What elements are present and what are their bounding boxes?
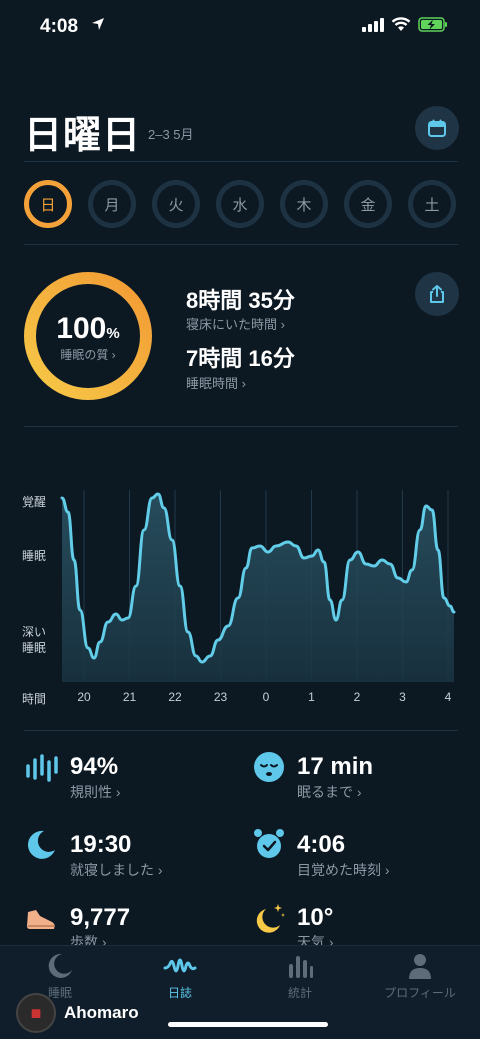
y-label-awake: 覚醒: [22, 495, 47, 509]
hour-tick-label: 22: [168, 690, 182, 704]
home-indicator[interactable]: [168, 1022, 328, 1027]
divider: [24, 244, 458, 245]
day-button[interactable]: 金: [344, 180, 392, 228]
watermark-seal-icon: ■: [16, 993, 56, 1033]
y-label-deep-sleep: 深い 睡眠: [22, 625, 47, 655]
day-button[interactable]: 水: [216, 180, 264, 228]
wake-time-link[interactable]: 目覚めた時刻 ›: [297, 860, 390, 880]
divider: [24, 161, 458, 162]
sleep-quality-value: 100%: [56, 312, 120, 345]
fall-asleep-value: 17 min: [297, 753, 374, 780]
sleep-quality-link[interactable]: 睡眠の質 ›: [22, 346, 154, 363]
regularity-icon: [26, 754, 58, 782]
hour-tick-label: 0: [262, 690, 270, 704]
share-icon: [430, 285, 444, 303]
watermark: ■ Ahomaro: [16, 993, 139, 1033]
day-button[interactable]: 木: [280, 180, 328, 228]
sleep-time-value: 7時間 16分: [186, 346, 295, 371]
bar-chart-tab-icon: [289, 956, 313, 978]
person-tab-icon: [409, 954, 431, 979]
steps-value: 9,777: [70, 904, 131, 931]
day-button[interactable]: 火: [152, 180, 200, 228]
moon-tab-icon: [48, 953, 72, 978]
hour-tick-label: 23: [213, 690, 228, 704]
x-axis-title: 時間: [22, 692, 47, 706]
location-arrow-icon: [92, 18, 104, 30]
weather-value: 10°: [297, 904, 334, 931]
moon-icon: [27, 830, 55, 859]
share-button[interactable]: [415, 272, 459, 316]
tab-stats[interactable]: 統計: [250, 952, 350, 1001]
day-button[interactable]: 土: [408, 180, 456, 228]
calendar-icon: [428, 119, 446, 137]
hour-tick-label: 20: [77, 690, 91, 704]
day-button[interactable]: 月: [88, 180, 136, 228]
y-label-sleep: 睡眠: [22, 549, 47, 563]
status-time: 4:08: [40, 16, 79, 37]
battery-charging-icon: [418, 17, 447, 32]
waveform-tab-icon: [163, 958, 197, 973]
calendar-button[interactable]: [415, 106, 459, 150]
bedtime-link[interactable]: 就寝しました ›: [70, 860, 163, 880]
regularity-link[interactable]: 規則性 ›: [70, 782, 121, 802]
fall-asleep-link[interactable]: 眠るまで ›: [297, 782, 362, 802]
hour-tick-label: 3: [399, 690, 406, 704]
status-bar: 4:08: [0, 0, 480, 54]
regularity-value: 94%: [70, 753, 119, 780]
cellular-signal-icon: [362, 18, 384, 32]
tab-profile[interactable]: プロフィール: [370, 952, 470, 1001]
time-in-bed-link[interactable]: 寝床にいた時間 ›: [186, 314, 285, 333]
hour-tick-label: 4: [444, 690, 452, 704]
sleepy-face-icon: [254, 752, 284, 782]
time-in-bed-value: 8時間 35分: [186, 288, 295, 313]
sleep-time-link[interactable]: 睡眠時間 ›: [186, 373, 246, 392]
tab-journal[interactable]: 日誌: [130, 952, 230, 1001]
hour-tick-label: 2: [353, 690, 361, 704]
date-range: 2–3 5月: [148, 127, 194, 142]
page-title: 日曜日: [24, 115, 142, 157]
hour-tick-label: 1: [308, 690, 315, 704]
watermark-text: Ahomaro: [64, 1003, 139, 1022]
bedtime-value: 19:30: [70, 831, 132, 858]
sleep-cycle-graph: [60, 490, 456, 682]
moon-stars-icon: [256, 904, 285, 933]
alarm-clock-icon: [254, 829, 284, 858]
divider: [24, 730, 458, 731]
divider: [24, 426, 458, 427]
hour-tick-label: 21: [122, 690, 137, 704]
wake-time-value: 4:06: [297, 831, 346, 858]
day-button[interactable]: 日: [24, 180, 72, 228]
shoe-icon: [27, 910, 55, 929]
wifi-icon: [391, 17, 411, 31]
